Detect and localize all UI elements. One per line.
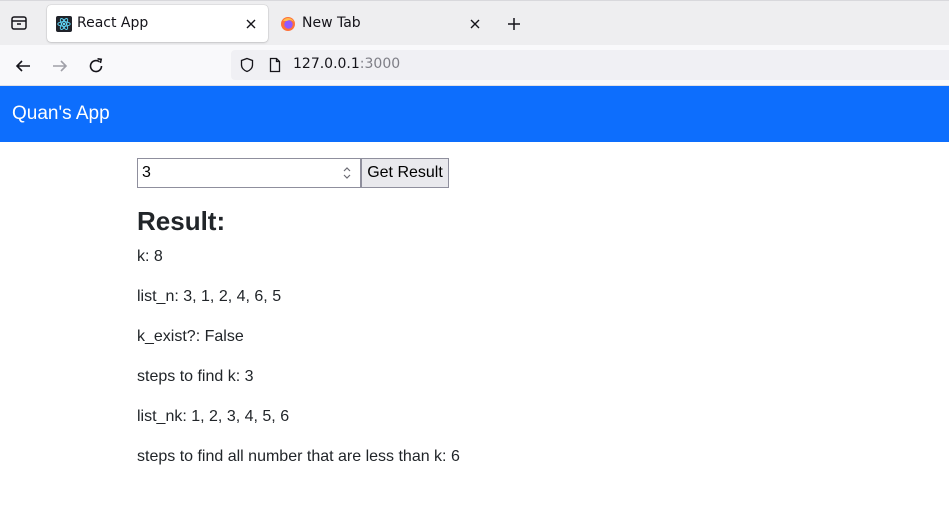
back-button[interactable] [13,56,33,76]
number-stepper[interactable] [339,162,355,183]
close-icon [246,19,256,29]
stepper-arrows-icon [343,166,351,179]
url-text: 127.0.0.1:3000 [293,56,400,72]
nav-bar: 127.0.0.1:3000 [0,45,949,86]
tab-list-icon [11,16,27,30]
result-k: k: 8 [137,248,163,265]
reload-button[interactable] [86,56,106,76]
tab-list-button[interactable] [9,13,29,33]
main-content: Get Result Result: k: 8 list_n: 3, 1, 2,… [137,158,837,465]
plus-icon [508,18,520,30]
forward-button[interactable] [50,56,70,76]
arrow-left-icon [15,60,30,72]
url-port: :3000 [359,56,401,72]
result-heading: Result: [137,206,226,236]
new-tab-button[interactable] [505,15,523,33]
reload-icon [89,58,103,73]
result-k-exist: k_exist?: False [137,328,244,345]
input-row: Get Result [137,158,837,188]
result-steps-find-k: steps to find k: 3 [137,368,254,385]
tab-strip: React App New Tab [0,0,949,45]
react-icon [56,16,72,32]
arrow-right-icon [53,60,68,72]
app-header: Quan's App [0,86,949,142]
get-result-button[interactable]: Get Result [361,158,449,188]
result-list-n: list_n: 3, 1, 2, 4, 6, 5 [137,288,282,305]
close-tab-button[interactable] [243,16,259,32]
close-tab-button[interactable] [467,16,483,32]
shield-icon [240,57,254,73]
result-steps-less-than-k: steps to find all number that are less t… [137,448,460,465]
close-icon [470,19,480,29]
firefox-icon [281,17,295,31]
tab-react-app[interactable]: React App [47,5,268,42]
page-icon [269,57,281,73]
number-input[interactable] [137,158,361,188]
result-list-nk: list_nk: 1, 2, 3, 4, 5, 6 [137,408,290,425]
tab-title: React App [77,15,149,31]
tab-title: New Tab [302,15,361,31]
app-title: Quan's App [12,103,110,124]
tab-new-tab[interactable]: New Tab [270,5,492,42]
url-host: 127.0.0.1 [293,56,360,72]
address-bar[interactable]: 127.0.0.1:3000 [231,50,949,80]
